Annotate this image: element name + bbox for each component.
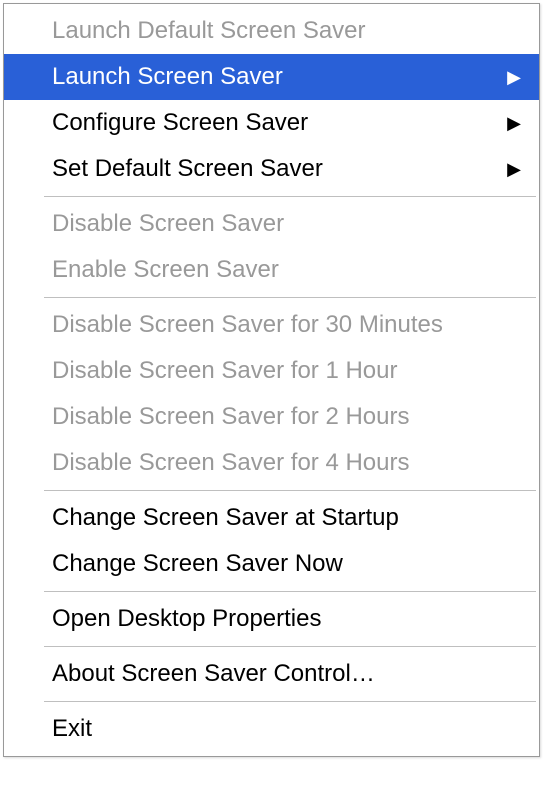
menu-item-disable-30-minutes: Disable Screen Saver for 30 Minutes [4, 302, 539, 348]
menu-item-open-desktop-properties[interactable]: Open Desktop Properties [4, 596, 539, 642]
menu-item-disable-4-hours: Disable Screen Saver for 4 Hours [4, 440, 539, 486]
menu-item-label: Disable Screen Saver for 2 Hours [52, 399, 521, 435]
menu-item-label: Set Default Screen Saver [52, 151, 497, 187]
menu-separator [44, 196, 536, 197]
menu-separator [44, 490, 536, 491]
menu-item-disable-2-hours: Disable Screen Saver for 2 Hours [4, 394, 539, 440]
submenu-arrow-icon: ▶ [507, 114, 521, 132]
menu-item-label: Launch Screen Saver [52, 59, 497, 95]
menu-item-launch-screen-saver[interactable]: Launch Screen Saver ▶ [4, 54, 539, 100]
menu-separator [44, 701, 536, 702]
menu-item-label: About Screen Saver Control… [52, 656, 521, 692]
submenu-arrow-icon: ▶ [507, 160, 521, 178]
menu-item-label: Change Screen Saver Now [52, 546, 521, 582]
context-menu: Launch Default Screen Saver Launch Scree… [3, 3, 540, 757]
menu-item-label: Disable Screen Saver for 4 Hours [52, 445, 521, 481]
menu-item-launch-default-screen-saver: Launch Default Screen Saver [4, 8, 539, 54]
menu-item-configure-screen-saver[interactable]: Configure Screen Saver ▶ [4, 100, 539, 146]
menu-item-about[interactable]: About Screen Saver Control… [4, 651, 539, 697]
menu-item-label: Change Screen Saver at Startup [52, 500, 521, 536]
menu-item-label: Exit [52, 711, 521, 747]
menu-separator [44, 591, 536, 592]
menu-item-exit[interactable]: Exit [4, 706, 539, 752]
menu-item-disable-screen-saver: Disable Screen Saver [4, 201, 539, 247]
menu-item-label: Enable Screen Saver [52, 252, 521, 288]
menu-item-label: Disable Screen Saver for 30 Minutes [52, 307, 521, 343]
menu-item-label: Launch Default Screen Saver [52, 13, 521, 49]
menu-item-disable-1-hour: Disable Screen Saver for 1 Hour [4, 348, 539, 394]
menu-item-change-now[interactable]: Change Screen Saver Now [4, 541, 539, 587]
menu-item-set-default-screen-saver[interactable]: Set Default Screen Saver ▶ [4, 146, 539, 192]
menu-item-label: Disable Screen Saver [52, 206, 521, 242]
menu-separator [44, 646, 536, 647]
menu-item-enable-screen-saver: Enable Screen Saver [4, 247, 539, 293]
menu-item-label: Open Desktop Properties [52, 601, 521, 637]
submenu-arrow-icon: ▶ [507, 68, 521, 86]
menu-item-label: Configure Screen Saver [52, 105, 497, 141]
menu-item-label: Disable Screen Saver for 1 Hour [52, 353, 521, 389]
menu-item-change-at-startup[interactable]: Change Screen Saver at Startup [4, 495, 539, 541]
menu-separator [44, 297, 536, 298]
